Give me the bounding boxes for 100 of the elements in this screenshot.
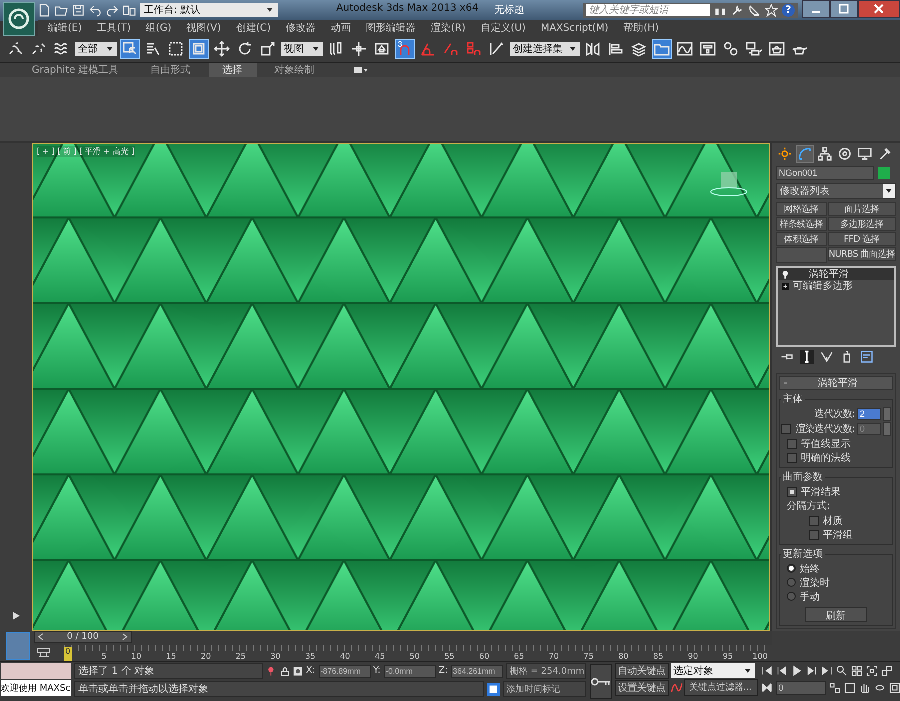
lock-icon[interactable] <box>280 666 290 676</box>
next-frame-icon[interactable] <box>806 665 818 677</box>
zoom-extents-icon[interactable] <box>866 665 878 677</box>
workspace-dropdown[interactable]: 工作台: 默认 <box>140 3 278 17</box>
grid-squares-icon[interactable] <box>850 665 863 677</box>
add-time-tag-field[interactable]: 添加时间标记 <box>502 681 586 697</box>
modifier-stack-list[interactable]: 涡轮平滑 可编辑多边形 <box>776 266 896 347</box>
toolbar-dropdown[interactable]: 创建选择集 <box>510 42 580 56</box>
minimize-icon[interactable] <box>802 0 830 18</box>
frame-counter[interactable]: 0 / 100 <box>34 631 132 643</box>
set-key-mode-button[interactable]: 设置关键点 <box>614 680 669 696</box>
modifier-button[interactable]: 体积选择 <box>776 232 827 246</box>
key-filters-button[interactable]: 关键点过滤器... <box>684 679 758 696</box>
configure-sets-icon[interactable] <box>860 350 874 364</box>
wrench-icon[interactable] <box>731 4 744 16</box>
menu-item[interactable]: 视图(V) <box>186 21 222 35</box>
menu-item[interactable]: MAXScript(M) <box>540 22 609 34</box>
four-arrows-button[interactable] <box>212 39 232 59</box>
viewport[interactable]: [ + ] [ 前 ] [ 平滑 + 高光 ] <box>32 143 770 631</box>
key-target-dropdown[interactable]: 选定对象 <box>670 663 755 678</box>
modifier-button[interactable]: FFD 选择 <box>828 232 896 246</box>
menu-item[interactable]: 渲染(R) <box>431 21 466 35</box>
menu-item[interactable]: 修改器 <box>286 21 316 35</box>
toolbar-dropdown[interactable]: 全部 <box>75 42 117 56</box>
object-color-swatch[interactable] <box>878 167 890 179</box>
curve-editor-toggle-icon[interactable] <box>36 647 52 659</box>
project-folder-icon[interactable] <box>123 4 136 16</box>
field-of-view-icon[interactable] <box>828 682 841 694</box>
help-button[interactable]: ? <box>782 4 795 16</box>
transform-mode-icon[interactable] <box>292 666 304 676</box>
ribbon-tab[interactable]: 对象绘制 <box>260 63 329 77</box>
new-file-icon[interactable] <box>38 4 51 16</box>
save-icon[interactable] <box>72 4 85 16</box>
stack-item[interactable]: 涡轮平滑 <box>778 268 894 280</box>
dropdown-arrow-icon[interactable] <box>266 6 274 14</box>
menu-item[interactable]: 动画 <box>331 21 352 35</box>
close-icon[interactable] <box>858 0 900 18</box>
satellite-dish-icon[interactable] <box>748 4 761 16</box>
ribbon-tab[interactable]: 选择 <box>208 63 257 77</box>
menu-item[interactable]: 图形编辑器 <box>366 21 416 35</box>
toolbar-dropdown[interactable]: 视图 <box>281 42 323 56</box>
go-to-start-icon[interactable] <box>760 665 773 677</box>
zoom-icon[interactable] <box>836 665 848 677</box>
dropdown-arrow-icon[interactable] <box>312 45 320 53</box>
app-logo-icon[interactable] <box>3 2 35 36</box>
pan-hand-icon[interactable] <box>858 682 871 694</box>
modifier-button[interactable]: 样条线选择 <box>776 217 827 231</box>
menu-item[interactable]: 创建(C) <box>236 21 272 35</box>
radio-button[interactable] <box>787 564 796 573</box>
expand-box-icon[interactable] <box>782 282 789 290</box>
fork-icon[interactable] <box>820 350 834 364</box>
checkbox[interactable] <box>781 424 791 434</box>
listener-output-field[interactable] <box>1 663 71 679</box>
rollout-header[interactable]: - 涡轮平滑 <box>779 376 893 390</box>
checkbox[interactable] <box>809 516 819 526</box>
checkbox[interactable] <box>787 452 797 462</box>
menu-item[interactable]: 工具(T) <box>97 21 132 35</box>
checkbox[interactable] <box>787 486 797 496</box>
magnet-button[interactable]: 3 <box>395 39 415 59</box>
current-frame-field[interactable]: 0 <box>776 681 826 695</box>
go-to-end-icon[interactable] <box>820 665 833 677</box>
time-tag-icon[interactable] <box>486 682 500 696</box>
y-coordinate-field[interactable]: -0.0mm <box>384 664 436 678</box>
motion-circle-tab[interactable] <box>836 145 854 163</box>
play-arrow-icon[interactable] <box>11 611 21 621</box>
menu-item[interactable]: 自定义(U) <box>480 21 526 35</box>
stack-item[interactable]: 可编辑多边形 <box>778 280 894 292</box>
redo-icon[interactable] <box>106 4 119 16</box>
iterations-spinner[interactable]: 2 <box>857 408 881 420</box>
update-button[interactable]: 刷新 <box>805 607 867 622</box>
viewport-label[interactable]: [ + ] [ 前 ] [ 平滑 + 高光 ] <box>37 146 135 157</box>
dropdown-arrow-icon[interactable] <box>744 666 752 674</box>
open-folder-icon[interactable] <box>55 4 68 16</box>
previous-frame-icon[interactable] <box>776 665 788 677</box>
search-field[interactable]: 键入关键字或短语 <box>586 4 710 16</box>
set-key-button[interactable] <box>590 664 612 699</box>
dropdown-arrow-icon[interactable] <box>569 45 577 53</box>
checkbox[interactable] <box>787 438 797 448</box>
object-name-field[interactable]: NGon001 <box>776 166 874 180</box>
maximize-icon[interactable] <box>830 0 858 18</box>
monitor-tab[interactable] <box>856 145 874 163</box>
ribbon-options-icon[interactable] <box>352 66 369 74</box>
undo-icon[interactable] <box>89 4 102 16</box>
auto-key-button[interactable]: 自动关键点 <box>614 663 669 679</box>
light-bulb-icon[interactable] <box>782 270 789 278</box>
dropdown-arrow-icon[interactable] <box>106 45 114 53</box>
menu-item[interactable]: 编辑(E) <box>48 21 82 35</box>
current-frame-marker[interactable]: 0 <box>64 647 72 661</box>
modifier-button[interactable]: 面片选择 <box>828 202 896 216</box>
play-icon[interactable] <box>790 665 803 677</box>
show-end-result-icon[interactable] <box>800 350 814 364</box>
checkbox[interactable] <box>809 530 819 540</box>
dropdown-arrow-icon[interactable] <box>885 187 893 195</box>
modifier-list-dropdown[interactable]: 修改器列表 <box>776 183 896 199</box>
sun-tab[interactable] <box>776 145 794 163</box>
menu-item[interactable]: 帮助(H) <box>624 21 660 35</box>
z-coordinate-field[interactable]: 364.261mm <box>451 664 504 678</box>
hierarchy-tab[interactable] <box>816 145 834 163</box>
radio-button[interactable] <box>787 578 796 587</box>
ribbon-tab[interactable]: 自由形式 <box>136 63 205 77</box>
